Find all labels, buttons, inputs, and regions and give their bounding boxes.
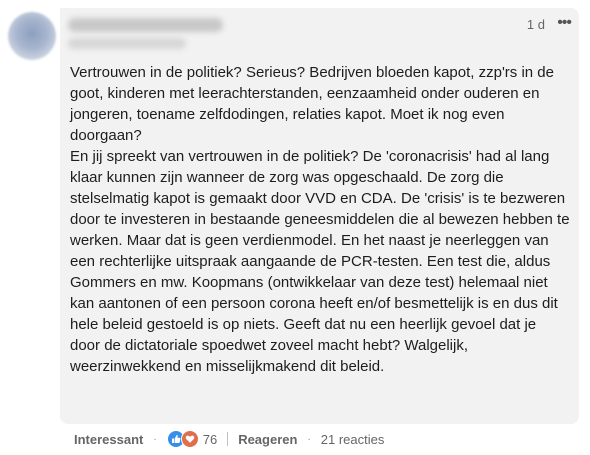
separator-dot: · (153, 433, 157, 445)
comment-bubble: 1 d ••• Vertrouwen in de politiek? Serie… (60, 8, 579, 424)
comment-paragraph: En jij spreekt van vertrouwen in de poli… (70, 148, 570, 375)
author-headline-blurred (68, 38, 186, 49)
author-avatar[interactable] (8, 12, 56, 60)
replies-count-link[interactable]: 21 reacties (321, 432, 385, 447)
separator-dot: · (307, 433, 311, 445)
separator-divider (227, 432, 229, 446)
more-options-icon[interactable]: ••• (557, 14, 572, 32)
author-name-blurred[interactable] (68, 18, 223, 32)
comment-text: Vertrouwen in de politiek? Serieus? Bedr… (70, 62, 570, 377)
comment-actions: Interessant · 76 Reageren · 21 reacties (74, 430, 384, 448)
react-button[interactable]: Interessant (74, 432, 143, 447)
love-icon (180, 430, 199, 448)
reaction-count: 76 (202, 431, 218, 447)
comment-timestamp: 1 d (526, 17, 545, 32)
reply-button[interactable]: Reageren (238, 432, 297, 447)
comment-paragraph: Vertrouwen in de politiek? Serieus? Bedr… (70, 64, 554, 144)
reactions-summary[interactable]: 76 (166, 430, 218, 448)
